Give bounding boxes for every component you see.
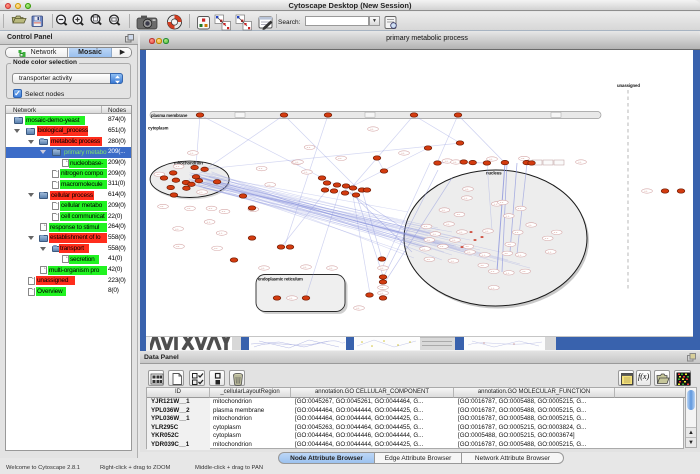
svg-text:·•·•·: ·•·•· — [258, 168, 263, 171]
svg-text:·•·•·: ·•·•· — [514, 231, 519, 234]
svg-text:plasma membrane: plasma membrane — [151, 113, 188, 118]
svg-text:·•·•·: ·•·•· — [426, 239, 431, 242]
svg-text:·•·•·: ·•·•· — [380, 287, 385, 290]
svg-text:·•·•·: ·•·•· — [175, 228, 180, 231]
svg-text:·•·•·: ·•·•· — [356, 307, 361, 310]
svg-text:·•·•·: ·•·•· — [517, 254, 522, 257]
svg-text:·•·•·: ·•·•· — [499, 202, 504, 205]
svg-text:·•·•·: ·•·•· — [528, 224, 533, 227]
svg-text:·•·•·: ·•·•· — [444, 160, 449, 163]
svg-text:·•·•·: ·•·•· — [370, 128, 375, 131]
svg-text:·•·•·: ·•·•· — [440, 246, 445, 249]
svg-text:·•·•·: ·•·•· — [423, 226, 428, 229]
svg-text:·•·•·: ·•·•· — [544, 237, 549, 240]
svg-text:·•·•·: ·•·•· — [452, 239, 457, 242]
svg-text:·•·•·: ·•·•· — [295, 161, 300, 164]
svg-text:unassigned: unassigned — [617, 83, 640, 88]
svg-text:·•·•·: ·•·•· — [489, 158, 494, 161]
svg-text:·•·•·: ·•·•· — [517, 208, 522, 211]
svg-text:·•·•·: ·•·•· — [644, 190, 649, 193]
svg-text:·•·•·: ·•·•· — [578, 161, 583, 164]
svg-text:·•·•·: ·•·•· — [453, 161, 458, 164]
svg-text:·•·•·: ·•·•· — [329, 267, 334, 270]
svg-text:·•·•·: ·•·•· — [380, 292, 385, 295]
svg-text:·•·•·: ·•·•· — [481, 254, 486, 257]
svg-text:·•·•·: ·•·•· — [214, 247, 219, 250]
svg-text:·•·•·: ·•·•· — [480, 264, 485, 267]
svg-text:·•·•·: ·•·•· — [485, 230, 490, 233]
svg-text:·•·•·: ·•·•· — [401, 152, 406, 155]
svg-text:nucleus: nucleus — [486, 171, 502, 176]
svg-text:·•·•·: ·•·•· — [190, 152, 195, 155]
svg-text:·•·•·: ·•·•· — [505, 215, 510, 218]
svg-text:·•·•·: ·•·•· — [426, 258, 431, 261]
svg-text:·•·•·: ·•·•· — [490, 270, 495, 273]
svg-text:·•·•·: ·•·•· — [459, 231, 464, 234]
svg-text:·•·•·: ·•·•· — [218, 232, 223, 235]
svg-text:·•·•·: ·•·•· — [441, 209, 446, 212]
svg-text:·•·•·: ·•·•· — [338, 157, 343, 160]
svg-text:·•·•·: ·•·•· — [465, 188, 470, 191]
svg-text:·•·•·: ·•·•· — [304, 171, 309, 174]
svg-text:·•·•·: ·•·•· — [422, 248, 427, 251]
svg-text:·•·•·: ·•·•· — [156, 173, 161, 176]
svg-text:·•·•·: ·•·•· — [261, 267, 266, 270]
svg-text:·•·•·: ·•·•· — [267, 184, 272, 187]
svg-text:·•·•·: ·•·•· — [450, 260, 455, 263]
svg-text:·•·•·: ·•·•· — [289, 297, 294, 300]
svg-text:·•·•·: ·•·•· — [465, 246, 470, 249]
svg-text:·•·•·: ·•·•· — [199, 191, 204, 194]
svg-text:·•·•·: ·•·•· — [467, 251, 472, 254]
svg-text:endoplasmic reticulum: endoplasmic reticulum — [258, 277, 303, 282]
svg-text:·•·•·: ·•·•· — [521, 158, 526, 161]
svg-text:·•·•·: ·•·•· — [464, 197, 469, 200]
svg-text:cytoplasm: cytoplasm — [148, 126, 169, 131]
svg-text:·•·•·: ·•·•· — [221, 211, 226, 214]
svg-text:·•·•·: ·•·•· — [490, 287, 495, 290]
svg-text:·•·•·: ·•·•· — [306, 146, 311, 149]
svg-text:·•·•·: ·•·•· — [504, 252, 509, 255]
svg-text:·•·•·: ·•·•· — [505, 272, 510, 275]
svg-text:·•·•·: ·•·•· — [175, 166, 180, 169]
svg-text:·•·•·: ·•·•· — [380, 267, 385, 270]
svg-text:·•·•·: ·•·•· — [206, 221, 211, 224]
svg-text:·•·•·: ·•·•· — [446, 223, 451, 226]
svg-text:·•·•·: ·•·•· — [493, 203, 498, 206]
svg-text:·•·•·: ·•·•· — [208, 208, 213, 211]
svg-text:·•·•·: ·•·•· — [176, 246, 181, 249]
svg-text:·•·•·: ·•·•· — [522, 270, 527, 273]
svg-text:·•·•·: ·•·•· — [432, 233, 437, 236]
svg-text:·•·•·: ·•·•· — [160, 206, 165, 209]
svg-text:·•·•·: ·•·•· — [507, 243, 512, 246]
svg-text:·•·•·: ·•·•· — [547, 251, 552, 254]
svg-text:·•·•·: ·•·•· — [456, 214, 461, 217]
svg-text:·•·•·: ·•·•· — [303, 266, 308, 269]
svg-text:·•·•·: ·•·•· — [553, 231, 558, 234]
svg-text:·•·•·: ·•·•· — [187, 208, 192, 211]
